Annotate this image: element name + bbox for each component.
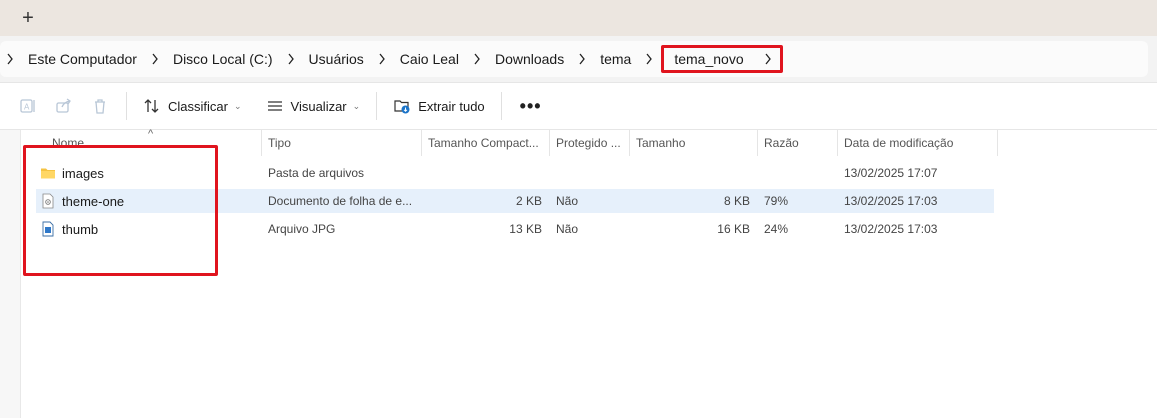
breadcrumb-item-caio-leal[interactable]: Caio Leal: [398, 47, 461, 71]
chevron-right-icon[interactable]: [149, 52, 161, 66]
file-size-cell: 8 KB: [723, 194, 750, 208]
file-protected-cell: Não: [556, 194, 579, 208]
extract-all-button[interactable]: Extrair tudo: [385, 90, 492, 122]
view-icon: [267, 101, 282, 111]
image-file-icon: [42, 221, 54, 237]
file-name: images: [62, 165, 104, 181]
file-size-cell: [630, 161, 758, 185]
share-icon[interactable]: [46, 90, 82, 122]
breadcrumb-current-highlight[interactable]: tema_novo: [661, 45, 783, 73]
file-size-cell: 16 KB: [717, 222, 750, 236]
rename-icon[interactable]: A: [10, 90, 46, 122]
file-name: thumb: [62, 221, 99, 237]
breadcrumb-item-downloads[interactable]: Downloads: [493, 47, 566, 71]
file-compressed-size-cell: 2 KB: [515, 194, 542, 208]
file-compressed-size-cell: [422, 161, 550, 185]
command-bar: A Classificar ⌄ Visualizar ⌄ Extrair tud…: [0, 82, 1157, 130]
file-type-cell: Pasta de arquivos: [268, 166, 365, 180]
file-modified-cell: 13/02/2025 17:03: [844, 222, 938, 236]
table-row[interactable]: theme-one Documento de folha de e... 2 K…: [36, 189, 994, 213]
file-type-cell: Documento de folha de e...: [268, 194, 413, 208]
column-header-row: Nome Tipo Tamanho Compact... Protegido .…: [36, 130, 998, 156]
file-ratio-cell: [758, 161, 838, 185]
tab-strip: +: [0, 0, 1157, 36]
breadcrumb-item-este-computador[interactable]: Este Computador: [26, 47, 139, 71]
sort-label: Classificar: [168, 98, 228, 114]
file-name-cell[interactable]: images: [36, 161, 262, 185]
address-row: Este Computador Disco Local (C:) Usuário…: [0, 36, 1157, 82]
chevron-down-icon: ⌄: [352, 100, 361, 111]
file-type-cell: Arquivo JPG: [268, 222, 336, 236]
chevron-right-icon[interactable]: [285, 52, 297, 66]
breadcrumb-item-tema[interactable]: tema: [598, 47, 633, 71]
breadcrumb-item-usuarios[interactable]: Usuários: [307, 47, 366, 71]
chevron-right-icon[interactable]: [4, 52, 16, 66]
file-name-cell[interactable]: theme-one: [36, 189, 262, 213]
toolbar-divider: [126, 92, 127, 120]
file-list-pane: Nome Tipo Tamanho Compact... Protegido .…: [0, 128, 1157, 418]
column-header-modified[interactable]: Data de modificação: [838, 130, 998, 156]
sort-ascending-icon: ^: [148, 128, 154, 140]
view-button[interactable]: Visualizar ⌄: [258, 90, 369, 122]
file-modified-cell: 13/02/2025 17:07: [844, 166, 938, 180]
folder-icon: [41, 168, 55, 179]
chevron-right-icon[interactable]: [471, 52, 483, 66]
table-row[interactable]: images Pasta de arquivos 13/02/2025 17:0…: [36, 161, 994, 185]
svg-text:A: A: [24, 103, 30, 112]
breadcrumb-item-tema-novo[interactable]: tema_novo: [672, 47, 745, 71]
chevron-right-icon[interactable]: [762, 52, 774, 66]
more-options-button[interactable]: •••: [510, 90, 552, 122]
file-name: theme-one: [62, 193, 125, 209]
column-header-size[interactable]: Tamanho: [630, 130, 758, 156]
toolbar-divider: [376, 92, 378, 120]
sort-button[interactable]: Classificar ⌄: [135, 90, 250, 122]
file-modified-cell: 13/02/2025 17:03: [844, 194, 938, 208]
navigation-pane-edge: [0, 130, 21, 418]
column-header-compressed-size[interactable]: Tamanho Compact...: [422, 130, 550, 156]
file-ratio-cell: 79%: [764, 194, 789, 208]
file-compressed-size-cell: 13 KB: [509, 222, 542, 236]
new-tab-button[interactable]: +: [14, 4, 42, 32]
file-name-cell[interactable]: thumb: [36, 217, 262, 241]
column-header-protected[interactable]: Protegido ...: [550, 130, 630, 156]
table-row[interactable]: thumb Arquivo JPG 13 KB Não 16 KB 24% 13…: [36, 217, 994, 241]
chevron-right-icon[interactable]: [376, 52, 388, 66]
extract-all-label: Extrair tudo: [418, 98, 485, 114]
chevron-right-icon[interactable]: [576, 52, 588, 66]
view-label: Visualizar: [290, 98, 347, 114]
column-header-type[interactable]: Tipo: [262, 130, 422, 156]
file-ratio-cell: 24%: [764, 222, 789, 236]
file-protected-cell: Não: [556, 222, 579, 236]
file-protected-cell: [550, 161, 630, 185]
column-header-ratio[interactable]: Razão: [758, 130, 838, 156]
chevron-down-icon: ⌄: [233, 100, 242, 111]
extract-icon: [394, 100, 410, 114]
trash-icon[interactable]: [82, 90, 118, 122]
breadcrumb: Este Computador Disco Local (C:) Usuário…: [0, 41, 1148, 77]
stylesheet-file-icon: [42, 193, 54, 209]
toolbar-divider: [500, 92, 502, 120]
breadcrumb-item-disco-local[interactable]: Disco Local (C:): [171, 47, 275, 71]
sort-icon: [144, 99, 159, 113]
chevron-right-icon[interactable]: [643, 52, 655, 66]
